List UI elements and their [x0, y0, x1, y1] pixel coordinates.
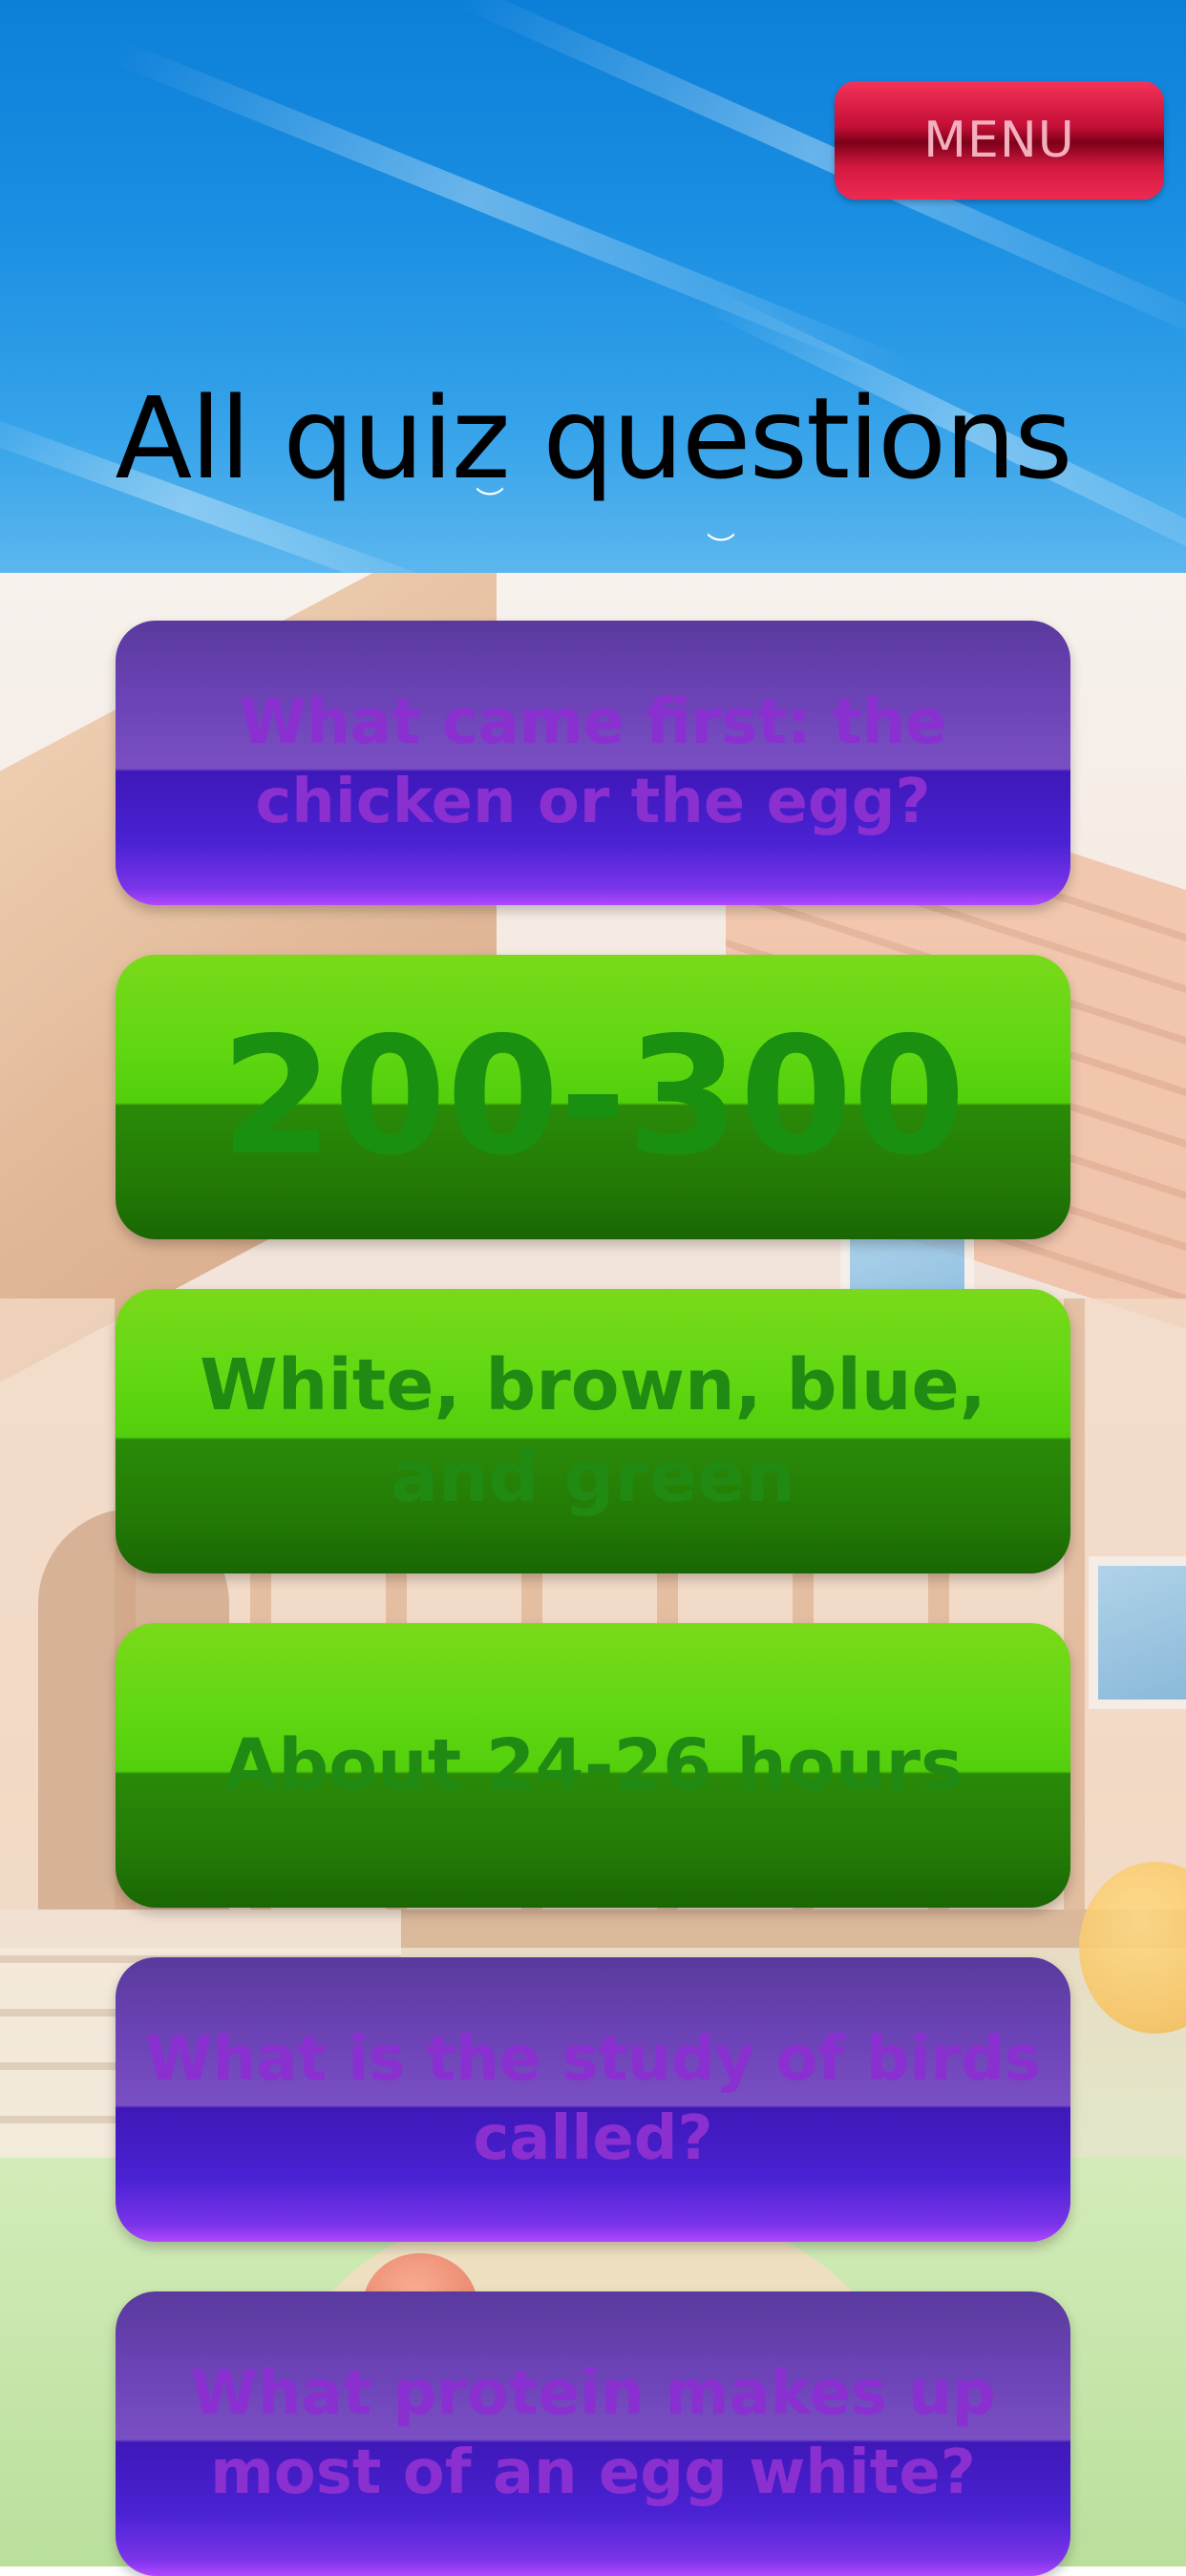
- quiz-item-question[interactable]: What protein makes up most of an egg whi…: [116, 2291, 1070, 2576]
- quiz-item-text: What came first: the chicken or the egg?: [239, 686, 947, 837]
- quiz-item-answer[interactable]: White, brown, blue, and green: [116, 1289, 1070, 1573]
- quiz-item-question[interactable]: What came first: the chicken or the egg?: [116, 621, 1070, 905]
- page-title: All quiz questions: [115, 372, 1073, 504]
- quiz-item-question[interactable]: What is the study of birds called?: [116, 1957, 1070, 2242]
- quiz-item-text: White, brown, blue, and green: [200, 1343, 986, 1518]
- quiz-item-answer[interactable]: 200-300: [116, 955, 1070, 1239]
- quiz-item-text: 200-300: [220, 1002, 966, 1192]
- menu-button-label: MENU: [923, 112, 1075, 169]
- seagull-icon: ︶: [707, 532, 735, 565]
- quiz-item-answer[interactable]: About 24-26 hours: [116, 1623, 1070, 1908]
- menu-button[interactable]: MENU: [835, 81, 1164, 200]
- quiz-item-text: What is the study of birds called?: [145, 2023, 1041, 2174]
- sky-header: ︶ ︶ MENU All quiz questions: [0, 0, 1186, 573]
- quiz-item-text: About 24-26 hours: [222, 1723, 964, 1806]
- quiz-item-text: What protein makes up most of an egg whi…: [190, 2357, 996, 2508]
